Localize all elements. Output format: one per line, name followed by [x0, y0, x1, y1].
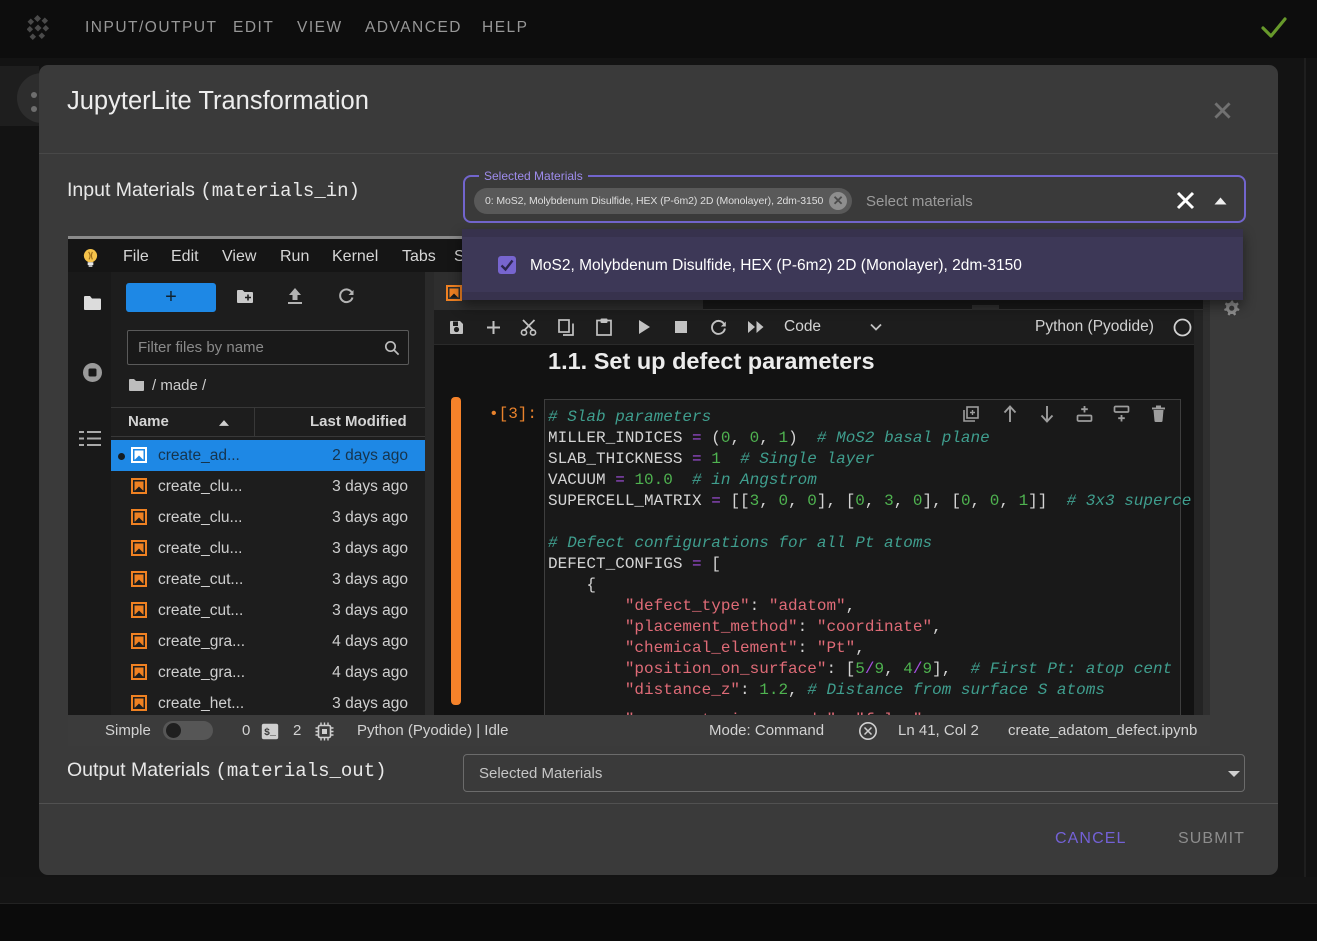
svg-text:$_: $_ [264, 727, 277, 739]
